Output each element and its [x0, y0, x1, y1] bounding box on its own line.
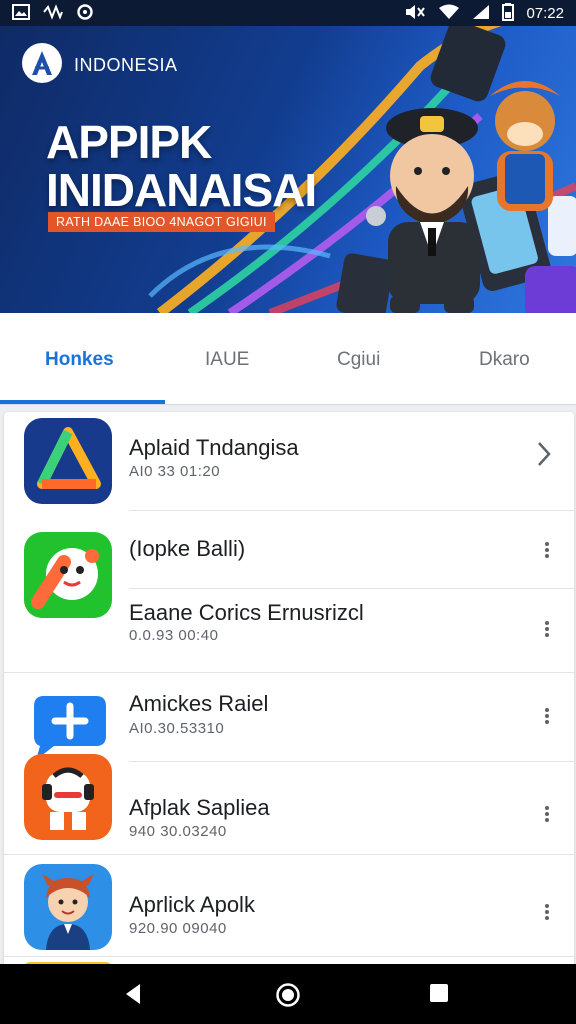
signal-icon: [472, 4, 490, 23]
app-icon-triangle: [24, 418, 112, 504]
divider: [4, 672, 574, 673]
tab-dkaro[interactable]: Dkaro: [479, 349, 530, 371]
sync-icon: [76, 3, 94, 24]
status-time: 07:22: [526, 4, 564, 22]
more-vert-icon[interactable]: [544, 804, 550, 824]
divider: [129, 510, 574, 511]
tab-cgiui[interactable]: Cgiui: [337, 349, 380, 371]
app-list: Aplaid Tndangisa AI0 33 01:20 (Iopke Bal…: [4, 412, 574, 972]
app-name: Aplaid Tndangisa: [129, 435, 299, 460]
list-item[interactable]: Aplaid Tndangisa AI0 33 01:20: [4, 412, 574, 512]
tab-iaue[interactable]: IAUE: [205, 349, 249, 371]
list-item[interactable]: Afplak Sapliea 940 30.03240: [4, 754, 574, 855]
banner-headline: APPIPK INIDANAISAI: [46, 116, 317, 216]
status-bar: 07:22: [0, 0, 576, 26]
app-name: Aprlick Apolk: [129, 892, 255, 917]
app-meta: 920.90 09040: [129, 920, 227, 937]
brand-logo-icon: [22, 43, 62, 83]
list-item[interactable]: Amickes Raiel AI0.30.53310: [4, 674, 574, 762]
app-icon-avatar: [24, 864, 112, 950]
app-meta: AI0.30.53310: [129, 720, 225, 737]
promo-banner[interactable]: INDONESIA APPIPK INIDANAISAI RATH DAAE B…: [0, 26, 576, 313]
divider: [4, 956, 574, 957]
gallery-icon: [12, 3, 30, 23]
app-icon-robot: [24, 754, 112, 840]
tab-honkes[interactable]: Honkes: [45, 349, 114, 371]
app-name: Amickes Raiel: [129, 691, 269, 716]
battery-icon: [502, 2, 515, 24]
app-name: (Iopke Balli): [129, 536, 246, 561]
list-item[interactable]: (Iopke Balli): [4, 512, 574, 589]
more-vert-icon[interactable]: [544, 540, 550, 560]
divider: [4, 854, 574, 855]
back-icon[interactable]: [122, 982, 144, 1011]
system-nav-bar: [0, 964, 576, 1024]
app-name: Eaane Corics Ernusrizcl: [129, 600, 364, 625]
chevron-right-icon[interactable]: [536, 440, 552, 475]
wifi-icon: [438, 4, 460, 23]
headline-line-2: INIDANAISAI: [46, 164, 317, 216]
list-item[interactable]: Aprlick Apolk 920.90 09040: [4, 862, 574, 972]
banner-brand: INDONESIA: [74, 55, 178, 75]
more-vert-icon[interactable]: [544, 706, 550, 726]
more-vert-icon[interactable]: [544, 902, 550, 922]
banner-ribbon: RATH DAAE BIOO 4NAGOT GIGIUI: [48, 212, 275, 232]
app-meta: 940 30.03240: [129, 823, 227, 840]
network-activity-icon: [42, 3, 64, 23]
app-meta: 0.0.93 00:40: [129, 627, 219, 644]
active-tab-indicator: [0, 400, 165, 404]
mute-icon: [404, 4, 426, 23]
app-name: Afplak Sapliea: [129, 795, 270, 820]
app-meta: AI0 33 01:20: [129, 463, 221, 480]
headline-line-1: APPIPK: [46, 116, 212, 168]
status-right-icons: 07:22: [404, 2, 564, 24]
status-left-icons: [12, 3, 94, 24]
home-icon[interactable]: [275, 982, 301, 1013]
tab-bar: Honkes IAUE Cgiui Dkaro: [0, 313, 576, 405]
recents-icon[interactable]: [428, 982, 450, 1009]
list-item[interactable]: Eaane Corics Ernusrizcl 0.0.93 00:40: [4, 589, 574, 673]
more-vert-icon[interactable]: [544, 619, 550, 639]
